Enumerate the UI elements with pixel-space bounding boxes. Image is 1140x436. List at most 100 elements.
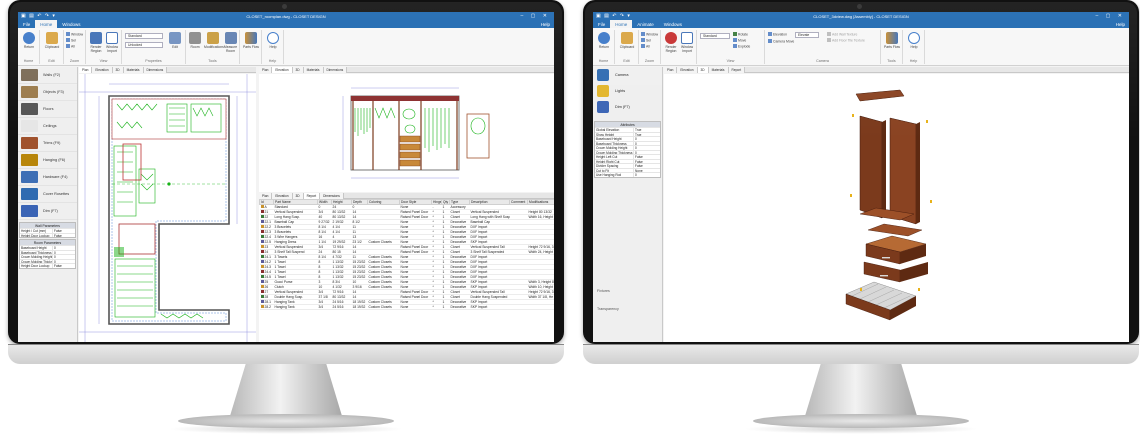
tab-elevation[interactable]: Elevation <box>677 67 698 73</box>
property-value[interactable]: 0 <box>634 173 637 177</box>
plan-view-canvas[interactable] <box>79 74 256 342</box>
explode-button[interactable]: Explode <box>733 44 750 49</box>
rotate-button[interactable]: Rotate <box>733 32 748 37</box>
property-value[interactable]: False <box>53 229 62 233</box>
library-item[interactable]: Floors <box>18 101 77 118</box>
tool-item[interactable]: Lights <box>593 83 662 99</box>
tab-report[interactable]: Report <box>728 67 746 73</box>
window-import-button[interactable]: Window Import <box>104 32 120 53</box>
menu-item-home[interactable]: Home <box>35 20 58 28</box>
tab-plan[interactable]: Plan <box>79 67 93 73</box>
move-button[interactable]: Move <box>733 38 746 43</box>
tab-dimensions[interactable]: Dimensions <box>143 67 168 73</box>
menu-item-windows[interactable]: Windows <box>659 20 687 28</box>
clipboard-button[interactable]: Clipboard <box>618 32 636 49</box>
tab-dimensions[interactable]: Dimensions <box>323 67 348 73</box>
render-region-button[interactable]: Render Region <box>88 32 104 53</box>
tab-3d[interactable]: 3D <box>292 67 304 73</box>
table-row[interactable]: 28.2 Hanging Tank 3/4 24 5/16 18 19/32 Custom… <box>259 304 554 310</box>
library-item[interactable]: Walls (F2) <box>18 67 77 84</box>
parts-report-table[interactable]: Id Part Name Width Height Depth Coloring Door … <box>259 199 554 342</box>
elevate-dropdown[interactable]: Elevate <box>795 32 819 38</box>
lock-dropdown[interactable]: Unlocked <box>125 42 163 48</box>
help-link[interactable]: Help <box>1116 22 1125 27</box>
property-value[interactable]: 0 <box>634 146 637 150</box>
tab-plan[interactable]: Plan <box>664 67 678 73</box>
library-item[interactable]: Hanging (F6) <box>18 152 77 169</box>
column-header[interactable]: Comment <box>509 199 528 205</box>
room-button[interactable]: Room <box>187 32 203 49</box>
tab-plan[interactable]: Plan <box>259 67 273 73</box>
property-value[interactable]: 0 <box>53 255 56 259</box>
menu-item-file[interactable]: File <box>593 20 610 28</box>
zoom-sel-button[interactable]: Sel <box>66 38 76 43</box>
property-value[interactable]: True <box>634 128 641 132</box>
elevation-view-canvas[interactable] <box>259 74 554 192</box>
clipboard-button[interactable]: Clipboard <box>43 32 61 49</box>
tab-elevation[interactable]: Elevation <box>92 67 113 73</box>
zoom-all-button[interactable]: All <box>66 44 75 49</box>
property-value[interactable]: True <box>634 133 641 137</box>
property-value[interactable]: False <box>634 160 643 164</box>
column-header[interactable]: Hinge <box>431 199 442 205</box>
style-dropdown[interactable]: Standard <box>125 33 163 39</box>
tab-elevation[interactable]: Elevation <box>272 67 293 73</box>
edit-button[interactable]: Edit <box>166 32 184 49</box>
property-value[interactable]: False <box>53 234 62 238</box>
library-item[interactable]: Ceilings <box>18 118 77 135</box>
property-value[interactable]: False <box>634 155 643 159</box>
window-controls[interactable]: ‒ ▢ ✕ <box>521 13 550 19</box>
tab-materials[interactable]: Materials <box>123 67 144 73</box>
tool-item[interactable]: Dim (F7) <box>593 99 662 115</box>
property-row[interactable]: Height Door Lookup False <box>20 263 75 268</box>
property-row[interactable]: Use Hanging Rod 0 <box>595 172 660 177</box>
property-value[interactable]: 0 <box>53 260 56 264</box>
property-value[interactable]: 0 <box>634 142 637 146</box>
window-import-button[interactable]: Window Import <box>679 32 695 53</box>
parts-flow-button[interactable]: Parts Flow <box>242 32 260 49</box>
property-value[interactable]: False <box>634 164 643 168</box>
library-item[interactable]: Cover Rosettes <box>18 186 77 203</box>
elevation-button[interactable]: Elevation <box>768 32 787 37</box>
property-value[interactable]: 0 <box>634 137 637 141</box>
window-controls[interactable]: ‒ ▢ ✕ <box>1096 13 1125 19</box>
library-item[interactable]: Dim (F7) <box>18 203 77 220</box>
menu-item-file[interactable]: File <box>18 20 35 28</box>
style-dropdown[interactable]: Standard <box>700 33 730 39</box>
parts-flow-button[interactable]: Parts Flow <box>883 32 901 49</box>
property-value[interactable]: 0 <box>53 246 56 250</box>
zoom-window-button[interactable]: Window <box>641 32 658 37</box>
return-button[interactable]: Return <box>21 32 37 49</box>
tab-materials[interactable]: Materials <box>303 67 324 73</box>
zoom-all-button[interactable]: All <box>641 44 650 49</box>
menu-item-windows[interactable]: Windows <box>57 20 85 28</box>
library-item[interactable]: Hardware (F4) <box>18 169 77 186</box>
property-value[interactable]: 0 <box>53 251 56 255</box>
property-value[interactable]: False <box>53 264 62 268</box>
add-wall-texture-button[interactable]: Add Wall Texture <box>827 32 857 37</box>
return-button[interactable]: Return <box>596 32 612 49</box>
modifications-button[interactable]: Modifications <box>204 32 224 49</box>
property-row[interactable]: Height Door Lookup False <box>20 232 75 238</box>
render-region-button[interactable]: Render Region <box>663 32 679 53</box>
tool-item[interactable]: Camera <box>593 67 662 83</box>
help-link[interactable]: Help <box>541 22 550 27</box>
library-item[interactable]: Objects (F3) <box>18 84 77 101</box>
zoom-sel-button[interactable]: Sel <box>641 38 651 43</box>
help-button[interactable]: Help <box>265 32 281 49</box>
tab-3d[interactable]: 3D <box>697 67 709 73</box>
3d-view-canvas[interactable] <box>664 74 1129 342</box>
add-floor-texture-button[interactable]: Add Floor Tile Texture <box>827 38 865 43</box>
menu-item-home[interactable]: Home <box>610 20 633 28</box>
property-value[interactable]: 0 <box>634 151 637 155</box>
panel-section-label[interactable]: Transparency <box>597 307 619 311</box>
measure-room-button[interactable]: Measure Room <box>222 32 239 53</box>
zoom-window-button[interactable]: Window <box>66 32 83 37</box>
menu-item-animate[interactable]: Animate <box>632 20 659 28</box>
tab-materials[interactable]: Materials <box>708 67 729 73</box>
panel-section-label[interactable]: Fixtures <box>597 289 610 293</box>
property-value[interactable]: None <box>634 169 643 173</box>
tab-3d[interactable]: 3D <box>112 67 124 73</box>
camera-move-button[interactable]: Camera Move <box>768 39 794 44</box>
help-button[interactable]: Help <box>906 32 922 49</box>
